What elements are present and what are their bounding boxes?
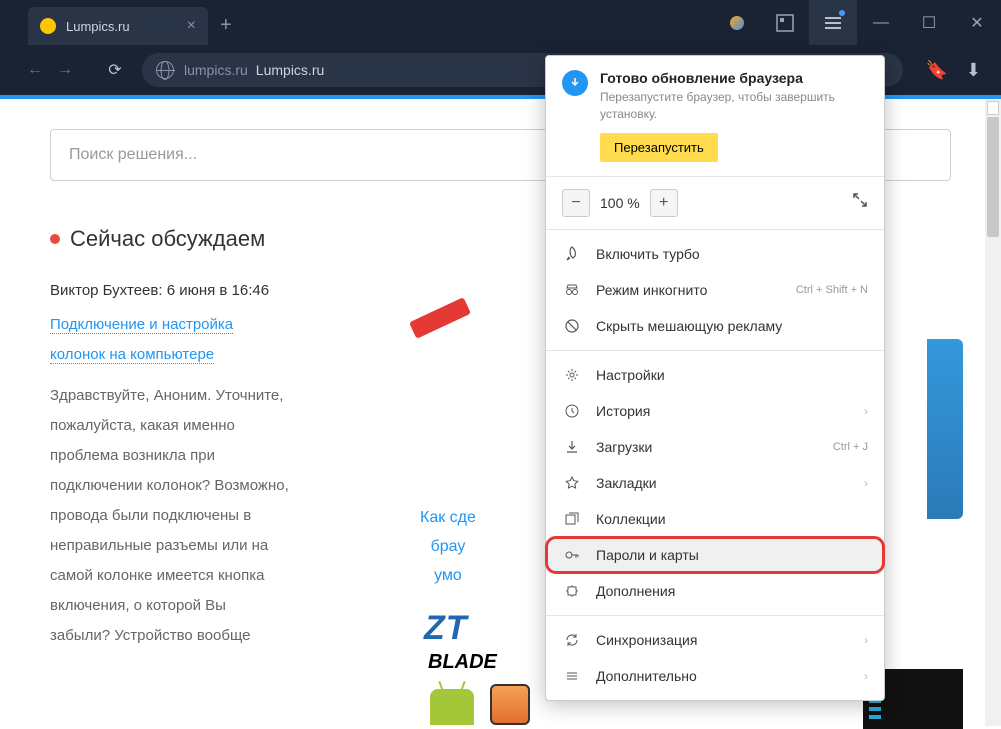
url-domain: lumpics.ru (184, 62, 248, 78)
menu-item-passwords[interactable]: Пароли и карты (546, 537, 884, 573)
phone-icon (490, 684, 530, 725)
restart-button[interactable]: Перезапустить (600, 133, 718, 162)
download-update-icon (562, 70, 588, 96)
back-button[interactable]: ← (20, 55, 50, 85)
menu-item-history[interactable]: История › (546, 393, 884, 429)
live-dot-icon (50, 234, 60, 244)
close-window-button[interactable]: ✕ (953, 0, 1001, 45)
zte-logo: ZT (424, 609, 468, 648)
menu-shortcut: Ctrl + J (833, 441, 868, 453)
more-icon (562, 666, 582, 686)
tab-favicon (40, 18, 56, 34)
tab-close-button[interactable]: × (187, 17, 196, 35)
block-icon (562, 316, 582, 336)
new-tab-button[interactable]: + (208, 14, 244, 37)
menu-item-more[interactable]: Дополнительно › (546, 658, 884, 694)
zoom-out-button[interactable]: − (562, 189, 590, 217)
scrollbar[interactable] (985, 99, 1001, 726)
reload-button[interactable]: ⟳ (100, 55, 130, 85)
tab-title: Lumpics.ru (66, 19, 187, 34)
menu-label: Режим инкогнито (596, 282, 707, 298)
zoom-value: 100 % (600, 195, 640, 211)
menu-label: Включить турбо (596, 246, 700, 262)
puzzle-icon (562, 581, 582, 601)
update-title: Готово обновление браузера (600, 70, 868, 86)
update-description: Перезапустите браузер, чтобы завершить у… (600, 89, 868, 123)
menu-label: Коллекции (596, 511, 666, 527)
history-icon (562, 401, 582, 421)
collections-icon (562, 509, 582, 529)
gear-icon (562, 365, 582, 385)
menu-item-downloads[interactable]: Загрузки Ctrl + J (546, 429, 884, 465)
incognito-icon (562, 280, 582, 300)
blue-box-decor (927, 339, 963, 519)
minimize-button[interactable]: — (857, 0, 905, 45)
menu-shortcut: Ctrl + Shift + N (796, 284, 868, 296)
chevron-right-icon: › (864, 476, 868, 490)
downloads-button[interactable]: ⬇ (966, 60, 981, 81)
key-icon (562, 545, 582, 565)
url-title: Lumpics.ru (256, 62, 324, 78)
globe-icon (156, 61, 174, 79)
menu-item-sync[interactable]: Синхронизация › (546, 622, 884, 658)
menu-label: Пароли и карты (596, 547, 699, 563)
comment-body: Здравствуйте, Аноним. Уточните, пожалуйс… (50, 381, 290, 651)
menu-item-addons[interactable]: Дополнения (546, 573, 884, 609)
chevron-right-icon: › (864, 633, 868, 647)
comment-link[interactable]: Подключение и настройка колонок на компь… (50, 316, 233, 364)
menu-label: Скрыть мешающую рекламу (596, 318, 782, 334)
menu-label: История (596, 403, 650, 419)
android-icon (430, 689, 474, 725)
zoom-in-button[interactable]: + (650, 189, 678, 217)
menu-item-collections[interactable]: Коллекции (546, 501, 884, 537)
bookmark-icon[interactable]: 🔖 (925, 60, 947, 81)
menu-item-incognito[interactable]: Режим инкогнито Ctrl + Shift + N (546, 272, 884, 308)
chevron-right-icon: › (864, 669, 868, 683)
menu-item-bookmarks[interactable]: Закладки › (546, 465, 884, 501)
article-link[interactable]: Как сде брау умо (420, 504, 476, 590)
comment-meta: Виктор Бухтеев: 6 июня в 16:46 (50, 277, 290, 304)
forward-button: → (50, 55, 80, 85)
update-notification: Готово обновление браузера Перезапустите… (546, 56, 884, 177)
menu-label: Дополнения (596, 583, 675, 599)
maximize-button[interactable]: ☐ (905, 0, 953, 45)
menu-item-settings[interactable]: Настройки (546, 357, 884, 393)
menu-label: Загрузки (596, 439, 652, 455)
star-icon (562, 473, 582, 493)
browser-tab[interactable]: Lumpics.ru × (28, 7, 208, 45)
download-icon (562, 437, 582, 457)
menu-button[interactable] (809, 0, 857, 45)
now-discussing-title: Сейчас обсуждаем (70, 226, 265, 252)
main-menu-panel: Готово обновление браузера Перезапустите… (545, 55, 885, 701)
menu-label: Закладки (596, 475, 657, 491)
menu-label: Синхронизация (596, 632, 697, 648)
blade-logo: BLADE (428, 651, 497, 674)
menu-item-hide-ads[interactable]: Скрыть мешающую рекламу (546, 308, 884, 344)
article-illustration (410, 309, 470, 327)
zoom-controls: − 100 % + (546, 177, 884, 230)
weather-icon[interactable] (713, 0, 761, 45)
menu-label: Дополнительно (596, 668, 697, 684)
menu-label: Настройки (596, 367, 665, 383)
titlebar-controls: — ☐ ✕ (713, 0, 1001, 45)
tableau-icon[interactable] (761, 0, 809, 45)
titlebar: Lumpics.ru × + — ☐ ✕ (0, 0, 1001, 45)
chevron-right-icon: › (864, 404, 868, 418)
fullscreen-button[interactable] (852, 192, 868, 213)
menu-item-turbo[interactable]: Включить турбо (546, 236, 884, 272)
sync-icon (562, 630, 582, 650)
rocket-icon (562, 244, 582, 264)
